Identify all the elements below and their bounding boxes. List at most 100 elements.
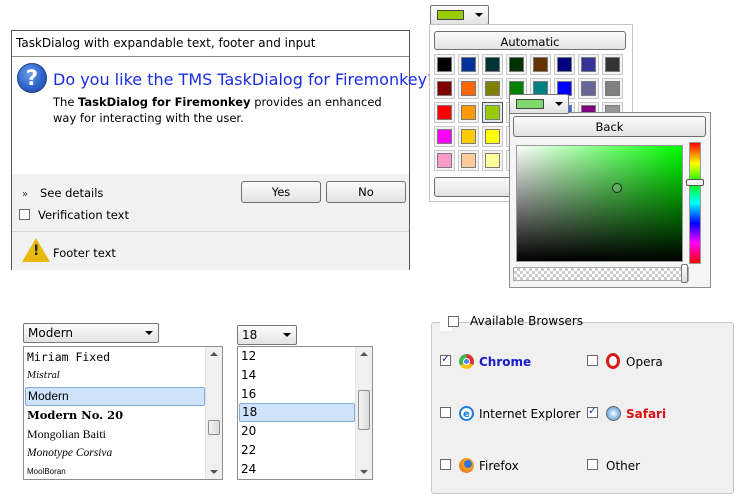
color-swatch[interactable] — [482, 126, 503, 147]
other-checkbox[interactable] — [587, 459, 598, 470]
saturation-value-picker[interactable] — [516, 145, 683, 262]
scroll-up-icon[interactable] — [360, 352, 368, 356]
color-swatch[interactable] — [458, 150, 479, 171]
body-bold: TaskDialog for Firemonkey — [78, 95, 251, 109]
color-swatch[interactable] — [458, 126, 479, 147]
color-swatch-fill — [509, 57, 524, 72]
color-swatch-fill — [461, 153, 476, 168]
color-swatch-fill — [485, 153, 500, 168]
font-item-moolboran[interactable]: MoolBoran — [25, 462, 205, 479]
chevron-down-icon — [283, 333, 291, 337]
opera-checkbox[interactable] — [587, 355, 598, 366]
color-swatch[interactable] — [482, 78, 503, 99]
see-details-toggle[interactable]: » See details — [22, 186, 103, 200]
scroll-down-icon[interactable] — [360, 470, 368, 474]
opera-label: Opera — [626, 355, 663, 369]
color-swatch[interactable] — [482, 54, 503, 75]
color-swatch[interactable] — [602, 78, 623, 99]
chrome-checkbox[interactable] — [440, 352, 451, 366]
size-item-selected[interactable]: 18 — [239, 403, 355, 422]
size-item[interactable]: 12 — [239, 347, 355, 366]
color-swatch-fill — [461, 105, 476, 120]
font-list-scrollbar[interactable] — [205, 347, 222, 479]
scroll-down-icon[interactable] — [210, 470, 218, 474]
font-item-mistral[interactable]: Mistral — [25, 367, 205, 386]
color-swatch-fill — [485, 81, 500, 96]
size-list[interactable]: 12 14 16 18 20 22 24 — [237, 346, 373, 480]
chrome-label: Chrome — [479, 355, 532, 369]
internet-explorer-icon: e — [459, 406, 474, 421]
color-swatch[interactable] — [458, 102, 479, 123]
font-item-miriam-fixed[interactable]: Miriam Fixed — [25, 348, 205, 367]
back-button[interactable]: Back — [513, 116, 706, 137]
color-swatch-fill — [581, 81, 596, 96]
yes-button[interactable]: Yes — [241, 181, 321, 203]
hue-slider-thumb[interactable] — [686, 179, 704, 186]
color-swatch-fill — [605, 57, 620, 72]
dialog-footer: ! Footer text — [12, 231, 409, 270]
no-button[interactable]: No — [326, 181, 406, 203]
color-swatch[interactable] — [578, 78, 599, 99]
scroll-thumb[interactable] — [208, 420, 220, 435]
color-swatch[interactable] — [506, 54, 527, 75]
browsers-group-box — [431, 322, 734, 494]
color-swatch[interactable] — [530, 54, 551, 75]
color-swatch-fill — [533, 57, 548, 72]
color-swatch[interactable] — [602, 54, 623, 75]
size-item[interactable]: 14 — [239, 366, 355, 385]
internet-explorer-label: Internet Explorer — [479, 407, 581, 421]
color-swatch-fill — [461, 57, 476, 72]
color-swatch[interactable] — [434, 150, 455, 171]
font-item-modern[interactable]: Modern — [25, 387, 205, 406]
custom-color-dropdown[interactable] — [509, 94, 569, 114]
verification-checkbox[interactable] — [19, 209, 30, 220]
available-browsers-checkbox[interactable] — [448, 316, 459, 327]
custom-color-preview — [516, 99, 544, 109]
scroll-thumb[interactable] — [358, 390, 370, 430]
size-item[interactable]: 24 — [239, 460, 355, 479]
color-swatch-fill — [437, 153, 452, 168]
color-swatch[interactable] — [434, 126, 455, 147]
color-swatch[interactable] — [434, 102, 455, 123]
size-item[interactable]: 16 — [239, 385, 355, 404]
question-icon: ? — [17, 63, 47, 93]
color-swatch-fill — [485, 105, 500, 120]
size-item[interactable]: 20 — [239, 422, 355, 441]
color-swatch[interactable] — [482, 102, 503, 123]
font-item-monotype-corsiva[interactable]: Monotype Corsiva — [25, 444, 205, 463]
internet-explorer-checkbox[interactable] — [440, 407, 451, 418]
dialog-title: TaskDialog with expandable text, footer … — [12, 31, 409, 57]
color-swatch[interactable] — [434, 78, 455, 99]
opera-icon — [606, 353, 620, 369]
alpha-slider-thumb[interactable] — [681, 264, 688, 283]
color-cursor[interactable] — [612, 183, 622, 193]
color-swatch[interactable] — [482, 150, 503, 171]
size-list-scrollbar[interactable] — [355, 347, 372, 479]
size-item[interactable]: 22 — [239, 441, 355, 460]
color-swatch-fill — [605, 81, 620, 96]
scroll-up-icon[interactable] — [210, 352, 218, 356]
safari-checkbox[interactable] — [587, 404, 598, 418]
chrome-icon — [459, 354, 474, 369]
color-swatch[interactable] — [554, 54, 575, 75]
automatic-color-button[interactable]: Automatic — [434, 31, 626, 50]
alpha-slider[interactable] — [513, 267, 689, 281]
color-swatch-fill — [437, 129, 452, 144]
browsers-group-header: Available Browsers — [440, 313, 583, 331]
available-browsers-label: Available Browsers — [470, 314, 584, 328]
font-list[interactable]: Miriam Fixed Mistral Modern Modern No. 2… — [23, 346, 223, 480]
color-swatch[interactable] — [434, 54, 455, 75]
font-item-modern-no-20[interactable]: Modern No. 20 — [25, 406, 205, 425]
color-picker-dropdown[interactable] — [430, 5, 489, 25]
font-combo[interactable]: Modern — [23, 323, 159, 343]
color-swatch-fill — [485, 129, 500, 144]
color-swatch[interactable] — [458, 54, 479, 75]
color-swatch-fill — [581, 57, 596, 72]
hue-slider[interactable] — [686, 142, 704, 264]
color-swatch[interactable] — [458, 78, 479, 99]
dialog-body: The TaskDialog for Firemonkey provides a… — [53, 94, 403, 126]
color-swatch[interactable] — [578, 54, 599, 75]
font-item-mongolian-baiti[interactable]: Mongolian Baiti — [25, 425, 205, 444]
firefox-checkbox[interactable] — [440, 459, 451, 470]
size-combo[interactable]: 18 — [237, 325, 297, 345]
